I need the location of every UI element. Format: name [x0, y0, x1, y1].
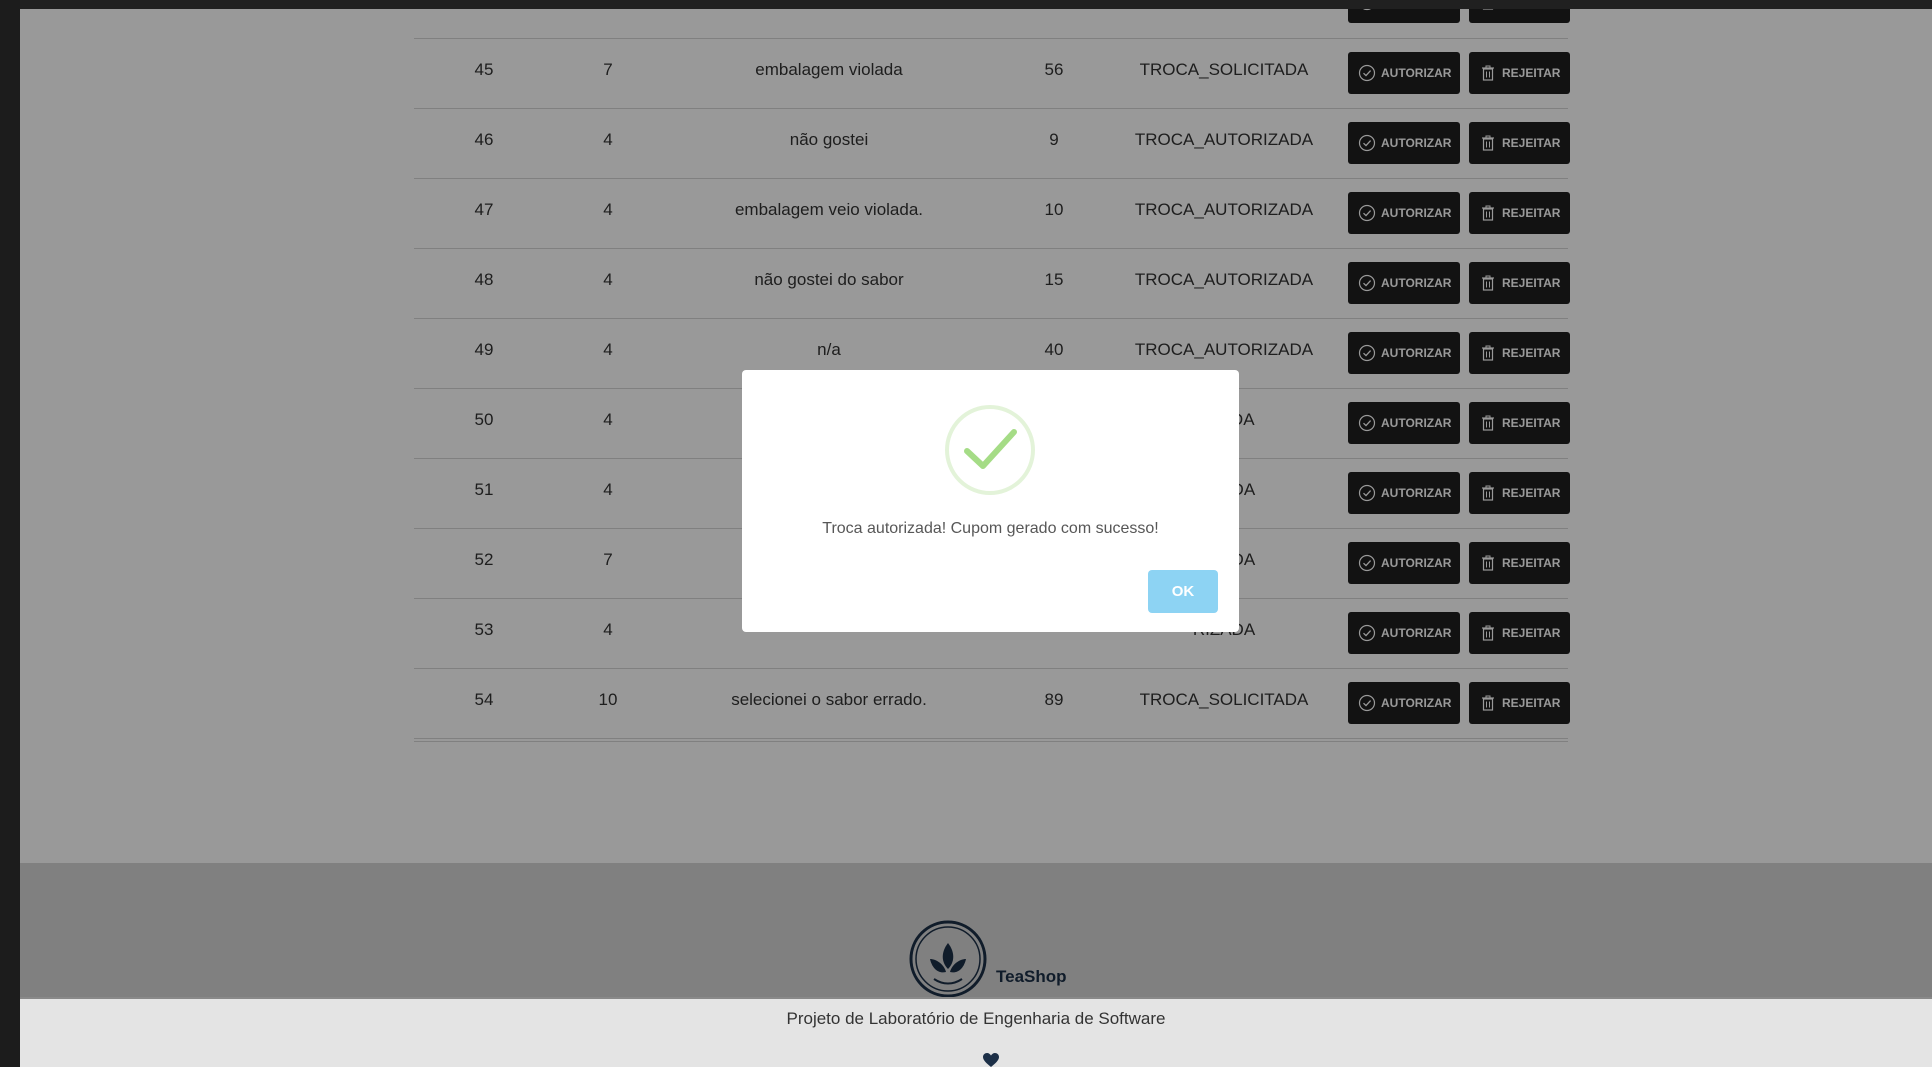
footer-bottom — [20, 997, 1932, 1067]
footer-project-text: Projeto de Laboratório de Engenharia de … — [786, 1009, 1166, 1028]
ok-button[interactable]: OK — [1148, 570, 1218, 613]
success-check-icon — [944, 404, 1036, 496]
page: AUTORIZAR REJEITAR 457embalagem violada5… — [20, 9, 1932, 1067]
window-top-edge — [0, 0, 1932, 9]
heart-icon — [982, 1052, 1000, 1067]
success-dialog: Troca autorizada! Cupom gerado com suces… — [742, 370, 1239, 632]
dialog-message: Troca autorizada! Cupom gerado com suces… — [822, 520, 1159, 537]
window-left-edge — [0, 0, 20, 1067]
